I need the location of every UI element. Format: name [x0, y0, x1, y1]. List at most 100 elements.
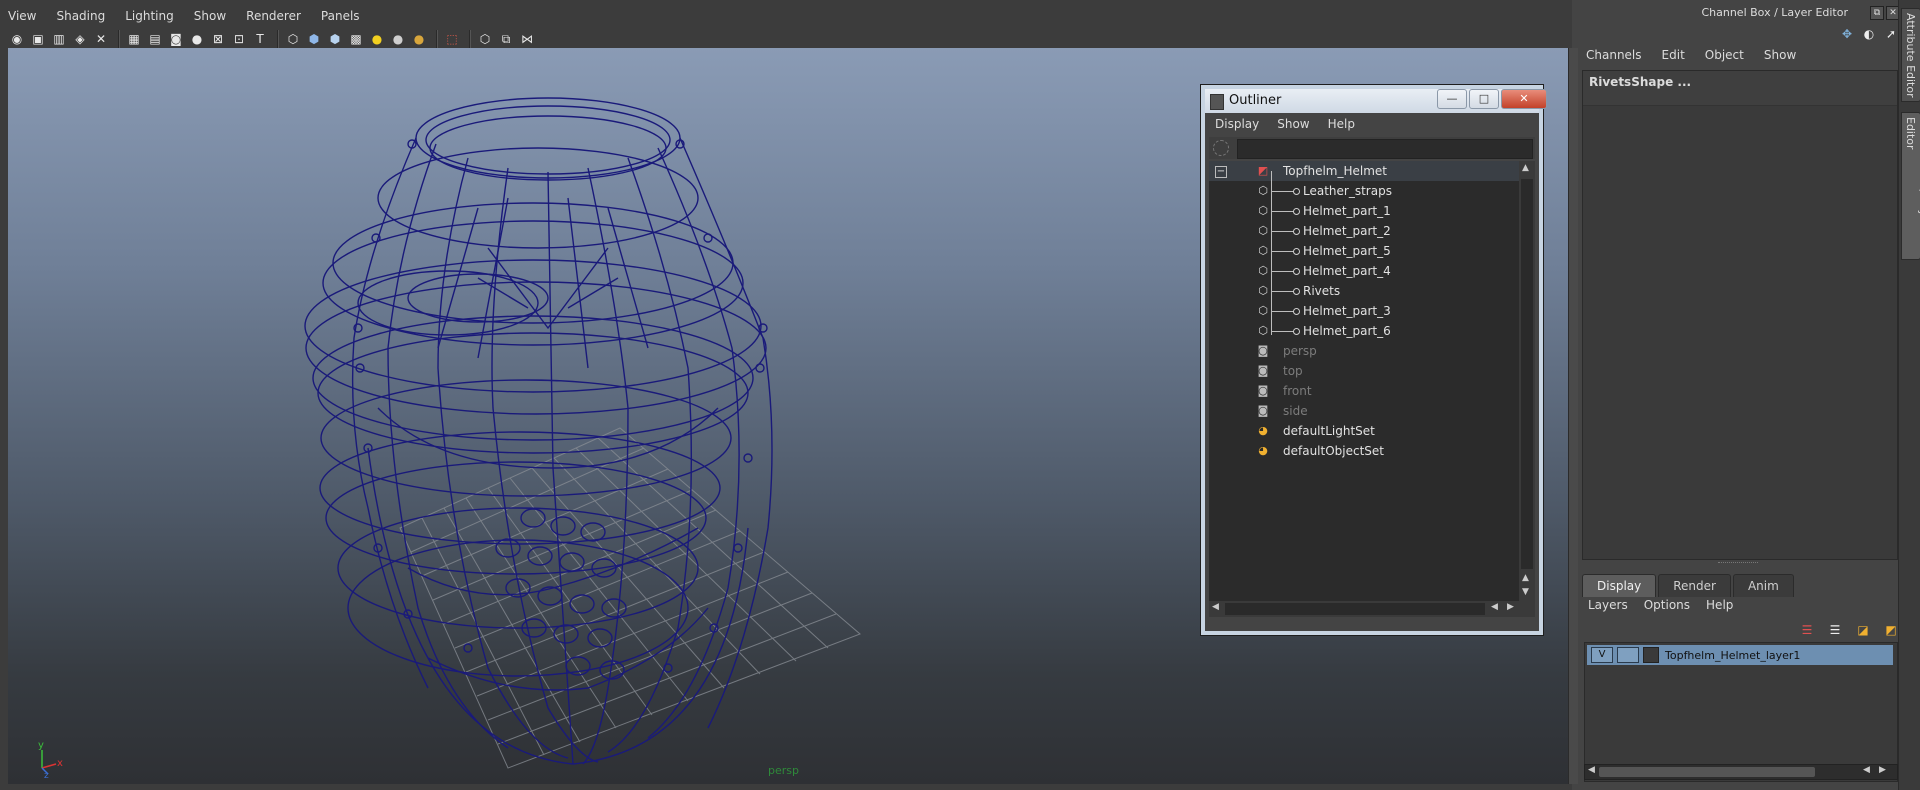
tab-channel-box-layer-editor[interactable]: Channel Box / Layer Editor	[1901, 112, 1920, 260]
menu-shading[interactable]: Shading	[56, 9, 105, 23]
pane-resize-grip[interactable]	[1718, 562, 1758, 566]
tab-attribute-editor[interactable]: Attribute Editor	[1901, 8, 1920, 102]
outliner-titlebar[interactable]: Outliner — □ ✕	[1205, 89, 1547, 113]
outliner-item-set[interactable]: ◕ defaultLightSet	[1209, 421, 1519, 441]
outliner-item-label: defaultLightSet	[1283, 424, 1375, 438]
layer-horizontal-scrollbar[interactable]: ◀ ◀ ▶	[1584, 764, 1898, 780]
tree-branch	[1272, 191, 1294, 192]
filter-icon[interactable]	[1213, 140, 1229, 156]
wireframe-on-shaded-icon[interactable]: ⬢	[326, 30, 344, 48]
outliner-horizontal-scrollbar[interactable]: ◀ ◀ ▶	[1209, 601, 1535, 617]
camera-attributes-icon[interactable]: ▣	[29, 30, 47, 48]
grid-icon[interactable]: ▦	[125, 30, 143, 48]
layer-menu-layers[interactable]: Layers	[1588, 598, 1628, 612]
outliner-item-label: top	[1283, 364, 1303, 378]
scroll-left-icon[interactable]: ◀	[1863, 765, 1870, 775]
2d-pan-zoom-icon[interactable]: ✕	[92, 30, 110, 48]
outliner-item-camera[interactable]: ◙ top	[1209, 361, 1519, 381]
screen-space-ao-icon[interactable]: ●	[410, 30, 428, 48]
outliner-item-child[interactable]: ⬡ Rivets	[1209, 281, 1519, 301]
outliner-vertical-scrollbar[interactable]: ▲ ▲ ▼	[1519, 161, 1535, 601]
scroll-right-icon[interactable]: ▶	[1879, 765, 1886, 775]
outliner-item-root[interactable]: − ◩ Topfhelm_Helmet	[1209, 161, 1519, 181]
resolution-gate-icon[interactable]: ◙	[167, 30, 185, 48]
outliner-item-child[interactable]: ⬡ Leather_straps	[1209, 181, 1519, 201]
outliner-item-child[interactable]: ⬡ Helmet_part_6	[1209, 321, 1519, 341]
isolate-select-icon[interactable]: ⬚	[443, 30, 461, 48]
outliner-item-camera[interactable]: ◙ front	[1209, 381, 1519, 401]
speed-icon[interactable]: ◐	[1861, 26, 1877, 42]
maximize-button[interactable]: □	[1469, 89, 1499, 109]
channel-box-menu-object[interactable]: Object	[1705, 48, 1744, 62]
xray-components-icon[interactable]: ⋈	[518, 30, 536, 48]
scrollbar-thumb[interactable]	[1225, 603, 1485, 615]
collapse-icon[interactable]: −	[1215, 166, 1227, 178]
tab-render[interactable]: Render	[1658, 574, 1731, 597]
channel-box-menu-channels[interactable]: Channels	[1586, 48, 1642, 62]
bookmarks-icon[interactable]: ▥	[50, 30, 68, 48]
menu-panels[interactable]: Panels	[321, 9, 360, 23]
field-chart-icon[interactable]: ⊠	[209, 30, 227, 48]
scroll-left-icon[interactable]: ◀	[1491, 602, 1498, 612]
menu-renderer[interactable]: Renderer	[246, 9, 301, 23]
close-button[interactable]: ✕	[1501, 89, 1547, 109]
outliner-item-child[interactable]: ⬡ Helmet_part_3	[1209, 301, 1519, 321]
layer-menu-help[interactable]: Help	[1706, 598, 1733, 612]
layer-color-swatch[interactable]	[1643, 647, 1659, 663]
new-layer-icon[interactable]: ◪	[1852, 620, 1874, 640]
scroll-right-icon[interactable]: ▶	[1507, 602, 1514, 612]
layer-row[interactable]: V Topfhelm_Helmet_layer1	[1587, 645, 1893, 665]
film-gate-icon[interactable]: ▤	[146, 30, 164, 48]
select-camera-icon[interactable]: ◉	[8, 30, 26, 48]
layer-visibility-toggle[interactable]: V	[1591, 647, 1613, 663]
layer-menu-options[interactable]: Options	[1644, 598, 1690, 612]
scrollbar-thumb[interactable]	[1521, 179, 1533, 569]
outliner-menu-display[interactable]: Display	[1215, 117, 1259, 131]
outliner-item-child[interactable]: ⬡ Helmet_part_4	[1209, 261, 1519, 281]
textured-icon[interactable]: ▩	[347, 30, 365, 48]
float-panel-icon[interactable]: ⧉	[1870, 6, 1884, 20]
menu-lighting[interactable]: Lighting	[125, 9, 174, 23]
scroll-down-icon[interactable]: ▼	[1522, 587, 1529, 597]
xray-joints-icon[interactable]: ⧉	[497, 30, 515, 48]
channel-box-menu-show[interactable]: Show	[1764, 48, 1796, 62]
outliner-menu-help[interactable]: Help	[1328, 117, 1355, 131]
outliner-item-camera[interactable]: ◙ side	[1209, 401, 1519, 421]
scroll-up-icon[interactable]: ▲	[1522, 163, 1529, 173]
shadows-icon[interactable]: ●	[389, 30, 407, 48]
xray-icon[interactable]: ⬡	[476, 30, 494, 48]
tab-display[interactable]: Display	[1582, 574, 1657, 597]
tree-branch	[1272, 311, 1294, 312]
outliner-menu-show[interactable]: Show	[1277, 117, 1309, 131]
selected-shape-row[interactable]: RivetsShape ...	[1583, 71, 1897, 106]
tab-anim[interactable]: Anim	[1732, 574, 1794, 597]
scroll-up-icon[interactable]: ▲	[1522, 573, 1529, 583]
outliner-item-camera[interactable]: ◙ persp	[1209, 341, 1519, 361]
minimize-button[interactable]: —	[1437, 89, 1467, 109]
move-layer-down-icon[interactable]: ☰	[1824, 620, 1846, 640]
scrollbar-thumb[interactable]	[1599, 767, 1815, 777]
scroll-left-icon[interactable]: ◀	[1588, 765, 1595, 775]
hyper-icon[interactable]: ➚	[1883, 26, 1899, 42]
scroll-left-icon[interactable]: ◀	[1212, 602, 1219, 612]
move-layer-up-icon[interactable]: ☰	[1796, 620, 1818, 640]
use-all-lights-icon[interactable]: ●	[368, 30, 386, 48]
set-icon: ◕	[1258, 444, 1268, 457]
manipulator-icon[interactable]: ✥	[1839, 26, 1855, 42]
menu-view[interactable]: View	[8, 9, 36, 23]
outliner-item-child[interactable]: ⬡ Helmet_part_1	[1209, 201, 1519, 221]
wireframe-icon[interactable]: ⬡	[284, 30, 302, 48]
menu-show[interactable]: Show	[194, 9, 226, 23]
smooth-shade-icon[interactable]: ⬢	[305, 30, 323, 48]
outliner-item-set[interactable]: ◕ defaultObjectSet	[1209, 441, 1519, 461]
layer-display-type-toggle[interactable]	[1617, 647, 1639, 663]
channel-box-menu-edit[interactable]: Edit	[1662, 48, 1685, 62]
image-plane-icon[interactable]: ◈	[71, 30, 89, 48]
gate-mask-icon[interactable]: ●	[188, 30, 206, 48]
outliner-search-input[interactable]	[1237, 139, 1533, 159]
safe-title-icon[interactable]: T	[251, 30, 269, 48]
outliner-item-child[interactable]: ⬡ Helmet_part_5	[1209, 241, 1519, 261]
safe-action-icon[interactable]: ⊡	[230, 30, 248, 48]
outliner-item-label: Helmet_part_6	[1303, 324, 1391, 338]
outliner-item-child[interactable]: ⬡ Helmet_part_2	[1209, 221, 1519, 241]
